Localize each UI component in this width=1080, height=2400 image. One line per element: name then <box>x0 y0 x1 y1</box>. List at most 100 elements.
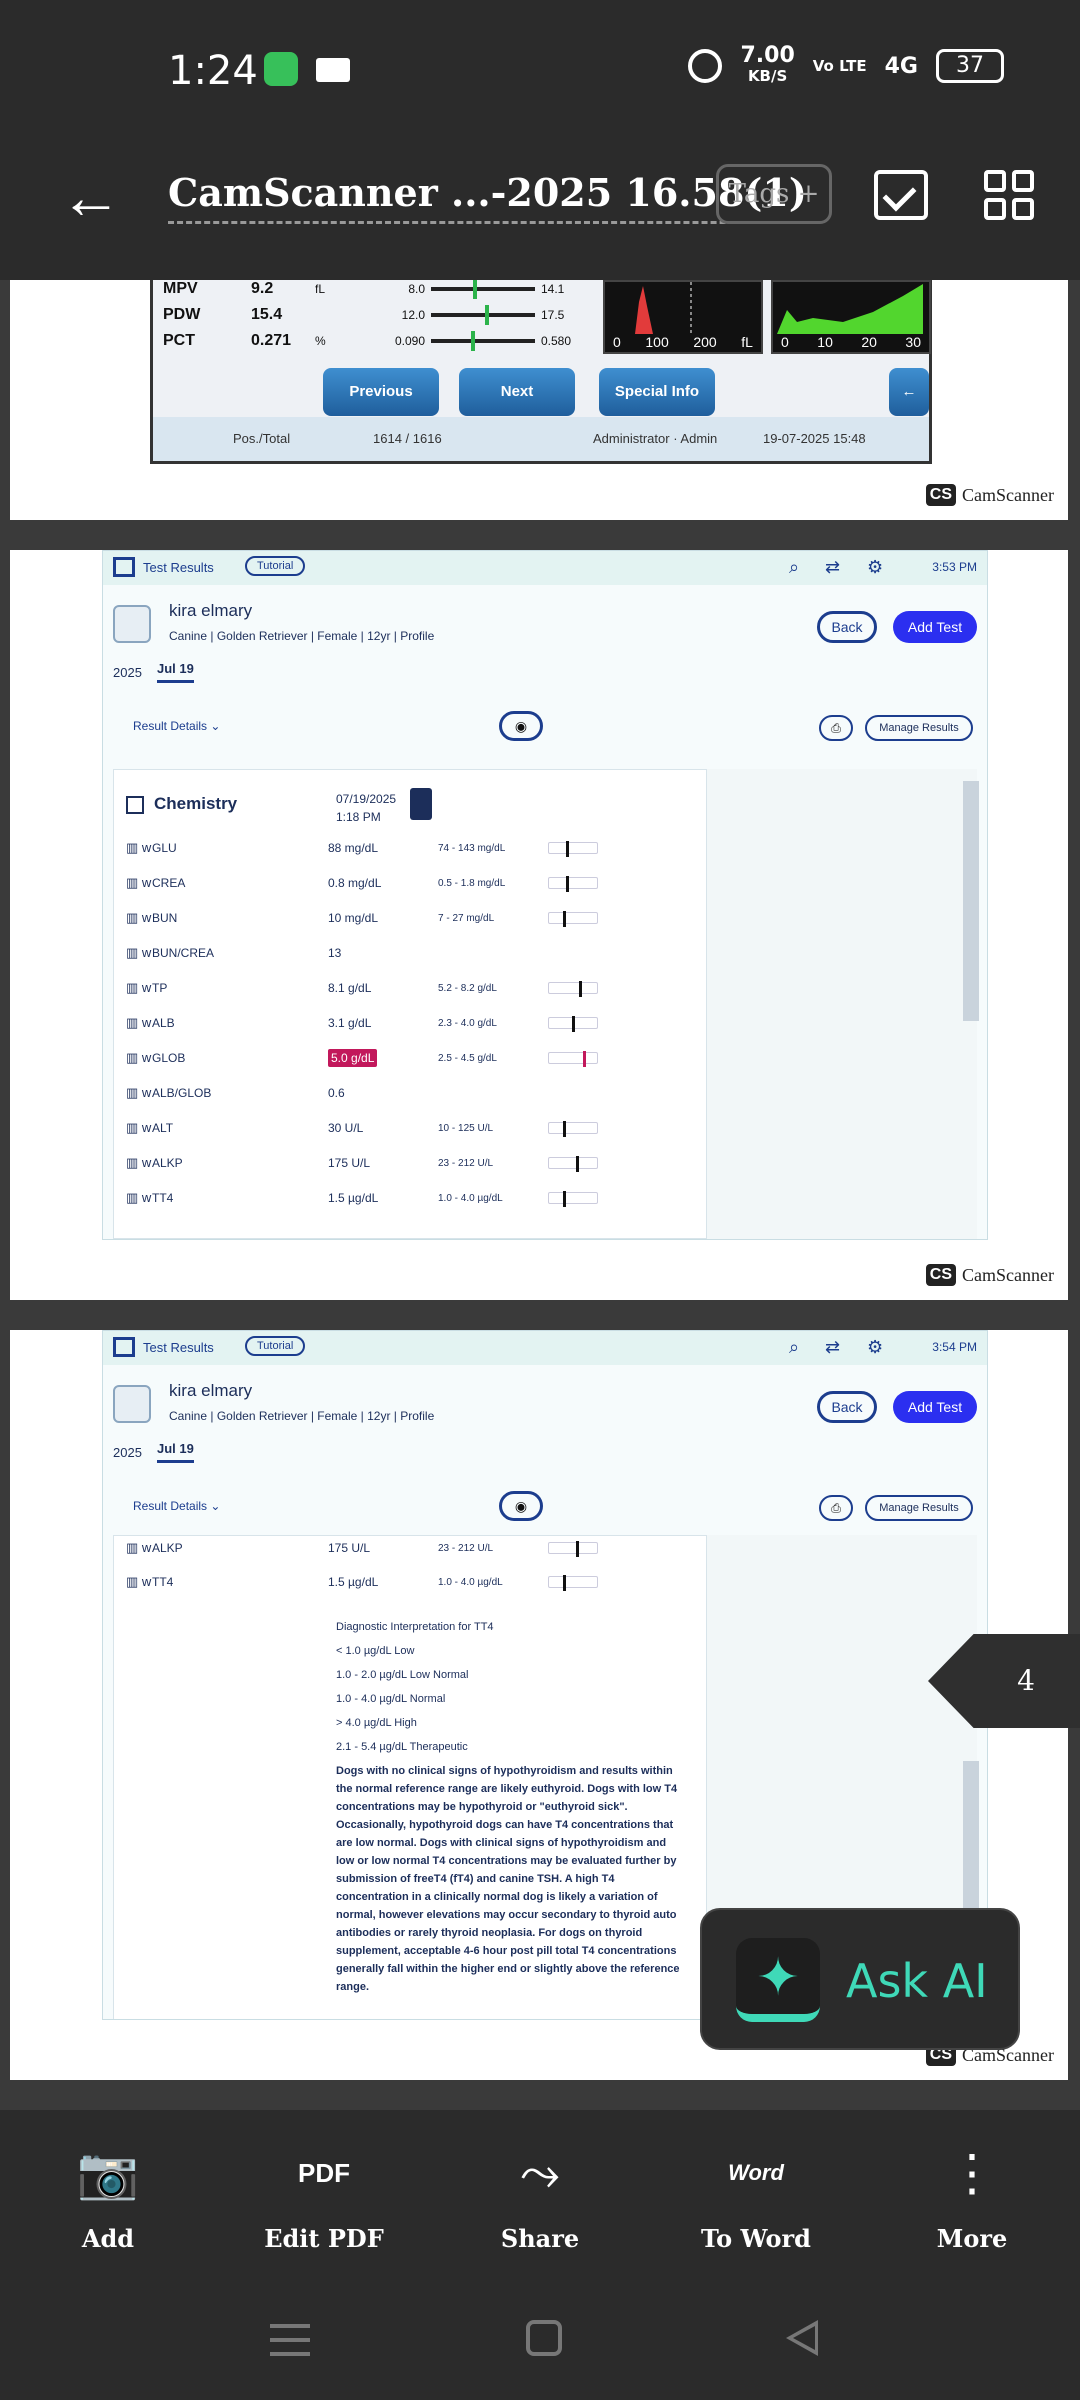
test-range: 0.5 - 1.8 mg/dL <box>438 877 506 889</box>
ask-ai-button[interactable]: ✦ Ask AI <box>700 1908 1020 2050</box>
back-nav-icon[interactable] <box>786 2320 818 2356</box>
test-row: ▥ ᴡ ALB 3.1 g/dL 2.3 - 4.0 g/dL <box>126 1011 598 1035</box>
clock: 1:24 <box>168 48 258 94</box>
grid-view-icon[interactable] <box>984 170 1034 220</box>
range-gauge <box>548 876 598 892</box>
scanned-page-1[interactable]: MPV 9.2 fL 8.0 14.1 PDW 15.4 12.0 17.5 PCT 0.271… <box>10 280 1068 520</box>
test-row: ▥ ᴡ BUN 10 mg/dL 7 - 27 mg/dL <box>126 906 598 930</box>
result-details-dropdown: Result Details ⌄ <box>133 719 221 733</box>
test-row: ▥ ᴡ TP 8.1 g/dL 5.2 - 8.2 g/dL <box>126 976 598 1000</box>
interpretation-paragraph: Dogs with no clinical signs of hypothyro… <box>336 1765 680 1993</box>
edit-pdf-button[interactable]: PDF Edit PDF <box>216 2110 432 2280</box>
cbc-screen-photo: MPV 9.2 fL 8.0 14.1 PDW 15.4 12.0 17.5 PCT 0.271… <box>150 280 932 464</box>
chemistry-date: 07/19/2025 1:18 PM <box>336 792 397 824</box>
add-test-button: Add Test <box>893 1391 977 1423</box>
share-button[interactable]: ⤳ Share <box>432 2110 648 2280</box>
test-name: CREA <box>152 876 186 890</box>
test-range: 2.3 - 4.0 g/dL <box>438 1017 497 1029</box>
book-icon: ▥ ᴡ <box>126 1540 152 1555</box>
gear-icon: ⚙ <box>867 557 884 577</box>
test-range: 74 - 143 mg/dL <box>438 842 506 854</box>
book-icon: ▥ ᴡ <box>126 840 152 855</box>
book-icon: ▥ ᴡ <box>126 1120 152 1135</box>
home-nav-icon[interactable] <box>526 2320 562 2356</box>
test-range: 2.5 - 4.5 g/dL <box>438 1052 497 1064</box>
gauge-marker <box>575 1541 579 1557</box>
document-title[interactable]: CamScanner ...-2025 16.58(1) <box>168 170 807 224</box>
cbc-footer: Pos./Total 1614 / 1616 Administrator · A… <box>153 417 929 461</box>
test-name: ALKP <box>152 1541 183 1555</box>
next-button: Next <box>459 368 575 416</box>
share-icon: ⤳ <box>520 2145 560 2201</box>
range-gauge <box>548 841 598 857</box>
date-tabs: 2025 Jul 19 <box>113 1441 194 1463</box>
more-icon: ⋮ <box>947 2145 997 2201</box>
tutorial-button: Tutorial <box>245 556 306 576</box>
test-value: 88 mg/dL <box>328 841 379 855</box>
test-row: ▥ ᴡ ALKP 175 U/L 23 - 212 U/L <box>126 1536 598 1560</box>
test-name: BUN <box>152 911 178 925</box>
vet-top-bar: Test Results Tutorial ⌕ ⇄ ⚙ 3:54 PM <box>103 1331 987 1365</box>
recent-apps-icon[interactable] <box>270 2324 310 2356</box>
scanned-page-2[interactable]: Test Results Tutorial ⌕ ⇄ ⚙ 3:53 PM kira… <box>10 550 1068 1300</box>
gauge-marker <box>565 841 569 857</box>
word-icon: Word <box>728 2160 784 2185</box>
back-arrow-icon[interactable]: ← <box>60 167 122 230</box>
gauge-marker <box>563 1121 567 1137</box>
book-icon: ▥ ᴡ <box>126 1190 152 1205</box>
book-icon: ▥ ᴡ <box>126 1574 152 1589</box>
book-icon: ▥ ᴡ <box>126 945 152 960</box>
test-row: ▥ ᴡ ALT 30 U/L 10 - 125 U/L <box>126 1116 598 1140</box>
gear-icon: ⚙ <box>867 1337 884 1357</box>
test-name: GLU <box>152 841 177 855</box>
range-gauge <box>548 1575 598 1591</box>
gauge-marker <box>582 1051 586 1067</box>
interp-line: 1.0 - 4.0 µg/dL Normal <box>336 1693 446 1705</box>
alarm-icon <box>688 49 723 83</box>
pdf-icon: PDF <box>298 2158 350 2188</box>
gauge-marker <box>565 876 569 892</box>
test-name: ALB/GLOB <box>152 1086 212 1100</box>
book-icon: ▥ ᴡ <box>126 1085 152 1100</box>
test-row: ▥ ᴡ BUN/CREA 13 <box>126 941 548 965</box>
filter-icon: ◉ <box>499 711 543 741</box>
range-gauge <box>548 1156 598 1172</box>
test-row: ▥ ᴡ GLU 88 mg/dL 74 - 143 mg/dL <box>126 836 598 860</box>
histogram-rbc: 0 10 20 30 <box>771 280 931 354</box>
test-range: 5.2 - 8.2 g/dL <box>438 982 497 994</box>
test-value: 175 U/L <box>328 1541 371 1555</box>
to-word-button[interactable]: Word To Word <box>648 2110 864 2280</box>
test-row: ▥ ᴡ TT4 1.5 µg/dL 1.0 - 4.0 µg/dL <box>126 1186 598 1210</box>
book-icon: ▥ ᴡ <box>126 875 152 890</box>
range-gauge <box>548 981 598 997</box>
date-tabs: 2025 Jul 19 <box>113 661 194 683</box>
add-button[interactable]: 📷 Add <box>0 2110 216 2280</box>
test-range: 7 - 27 mg/dL <box>438 912 495 924</box>
gauge-marker <box>563 911 567 927</box>
test-value: 13 <box>328 946 342 960</box>
histogram-plt: 0 100 200 fL <box>603 280 763 354</box>
home-icon <box>113 1337 135 1357</box>
vet-screen-photo: Test Results Tutorial ⌕ ⇄ ⚙ 3:53 PM kira… <box>102 550 988 1240</box>
range-gauge <box>548 1121 598 1137</box>
add-test-button: Add Test <box>893 611 977 643</box>
range-gauge <box>548 1191 598 1207</box>
range-gauge <box>548 911 598 927</box>
test-range: 1.0 - 4.0 µg/dL <box>438 1192 503 1204</box>
search-icon: ⌕ <box>789 557 800 577</box>
more-button[interactable]: ⋮ More <box>864 2110 1080 2280</box>
gauge-marker <box>578 981 582 997</box>
test-range: 10 - 125 U/L <box>438 1122 494 1134</box>
interp-line: 2.1 - 5.4 µg/dL Therapeutic <box>336 1741 468 1753</box>
mail-icon <box>316 58 350 82</box>
right-blank-area <box>707 769 977 1239</box>
document-viewer[interactable]: MPV 9.2 fL 8.0 14.1 PDW 15.4 12.0 17.5 PCT 0.271… <box>0 280 1080 2110</box>
test-row: ▥ ᴡ ALB/GLOB 0.6 <box>126 1081 548 1105</box>
search-icon: ⌕ <box>789 1337 800 1357</box>
select-check-icon[interactable] <box>874 170 928 220</box>
network-speed: 7.00 KB/S <box>740 43 795 86</box>
previous-button: Previous <box>323 368 439 416</box>
app-notification-icon <box>264 52 298 86</box>
camscanner-watermark: CS CamScanner <box>925 484 1054 506</box>
tags-button[interactable]: Tags + <box>716 164 832 224</box>
